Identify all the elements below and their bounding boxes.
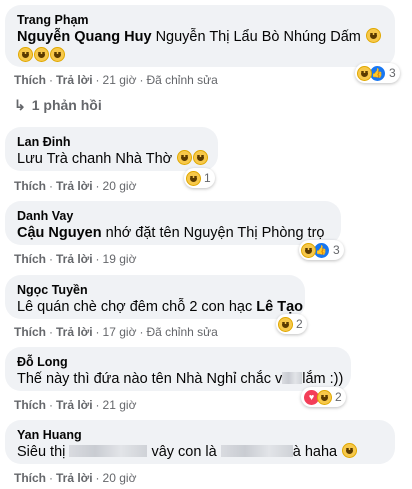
reaction-count: 2 (335, 390, 342, 404)
timestamp[interactable]: 17 giờ (103, 325, 137, 339)
laugh-emoji-icon (317, 389, 332, 405)
reply-button[interactable]: Trả lời (56, 398, 93, 412)
reply-arrow-icon: ↳ (14, 97, 26, 113)
comment-emoji-row (17, 47, 383, 66)
reply-button[interactable]: Trả lời (56, 471, 93, 485)
timestamp[interactable]: 20 giờ (103, 471, 137, 485)
comment-text: Lê quán chè chợ đêm chỗ 2 con hạc Lê Tạo (17, 299, 303, 315)
like-button[interactable]: Thích (14, 398, 46, 412)
laugh-emoji-icon (357, 65, 372, 81)
view-replies-link[interactable]: ↳ 1 phản hồi (14, 97, 102, 114)
like-button[interactable]: Thích (14, 471, 46, 485)
comment-actions: Thích · Trả lời · 21 giờ · Đã chỉnh sửa (14, 73, 218, 87)
reply-button[interactable]: Trả lời (56, 179, 93, 193)
comment-text: Thế này thì đứa nào tên Nhà Nghỉ chắc vl… (17, 371, 344, 387)
blurred-text (69, 445, 148, 457)
comment-author[interactable]: Đỗ Long (17, 354, 339, 370)
comment-text: Cậu Nguyen nhớ đặt tên Nguyện Thị Phòng … (17, 225, 325, 241)
timestamp[interactable]: 19 giờ (103, 252, 137, 266)
reaction-summary[interactable]: 1 (184, 168, 215, 188)
reaction-count: 3 (389, 66, 396, 80)
like-button[interactable]: Thích (14, 325, 46, 339)
timestamp[interactable]: 20 giờ (103, 179, 137, 193)
comment-bubble: Danh Vay Cậu Nguyen nhớ đặt tên Nguyện T… (5, 201, 341, 245)
reaction-summary[interactable]: 👍 3 (299, 240, 344, 260)
laugh-emoji-icon (193, 150, 209, 165)
reaction-summary[interactable]: ♥ 2 (301, 387, 346, 407)
comment-author[interactable]: Lan Đinh (17, 134, 206, 150)
edited-label: Đã chỉnh sửa (146, 73, 218, 87)
laugh-emoji-icon (365, 28, 381, 43)
tagged-user[interactable]: Nguyễn Quang Huy (17, 29, 152, 45)
laugh-emoji-icon (18, 47, 33, 62)
laugh-emoji-icon (186, 170, 201, 186)
laugh-emoji-icon (34, 47, 49, 62)
comment-text: Nguyễn Quang Huy Nguyễn Thị Lẩu Bò Nhúng… (17, 28, 383, 47)
comment-author[interactable]: Ngọc Tuyền (17, 282, 293, 298)
like-button[interactable]: Thích (14, 73, 46, 87)
comment-bubble: Đỗ Long Thế này thì đứa nào tên Nhà Nghỉ… (5, 347, 351, 391)
reply-button[interactable]: Trả lời (56, 73, 93, 87)
reply-button[interactable]: Trả lời (56, 252, 93, 266)
blurred-text (282, 372, 303, 384)
tagged-user[interactable]: Cậu Nguyen (17, 225, 102, 241)
reply-button[interactable]: Trả lời (56, 325, 93, 339)
comment-author[interactable]: Trang Phạm (17, 12, 383, 28)
reaction-summary[interactable]: 👍 3 (355, 63, 400, 83)
comment-actions: Thích · Trả lời · 20 giờ (14, 179, 137, 193)
comment-author[interactable]: Danh Vay (17, 208, 329, 224)
edited-label: Đã chỉnh sửa (146, 325, 218, 339)
blurred-text (220, 445, 293, 457)
comment-bubble: Ngọc Tuyền Lê quán chè chợ đêm chỗ 2 con… (5, 275, 305, 319)
comment-actions: Thích · Trả lời · 19 giờ (14, 252, 137, 266)
timestamp[interactable]: 21 giờ (103, 398, 137, 412)
comment-bubble: Lan Đinh Lưu Trà chanh Nhà Thờ (5, 127, 218, 171)
comment-bubble: Yan Huang Siêu thị vây con là à haha (5, 420, 395, 464)
comment-actions: Thích · Trả lời · 20 giờ (14, 471, 137, 485)
laugh-emoji-icon (301, 242, 316, 258)
comment-author[interactable]: Yan Huang (17, 427, 383, 443)
comment-actions: Thích · Trả lời · 21 giờ (14, 398, 137, 412)
comment-actions: Thích · Trả lời · 17 giờ · Đã chỉnh sửa (14, 325, 218, 339)
comment-text: Lưu Trà chanh Nhà Thờ (17, 150, 209, 169)
reaction-count: 1 (204, 171, 211, 185)
reaction-count: 3 (333, 243, 340, 257)
laugh-emoji-icon (342, 443, 358, 458)
like-button[interactable]: Thích (14, 179, 46, 193)
comment-bubble: Trang Phạm Nguyễn Quang Huy Nguyễn Thị L… (5, 5, 395, 67)
like-button[interactable]: Thích (14, 252, 46, 266)
laugh-emoji-icon (278, 316, 293, 332)
tagged-user[interactable]: Lê Tạo (256, 299, 303, 315)
reaction-count: 2 (296, 317, 303, 331)
laugh-emoji-icon (50, 47, 65, 62)
reaction-summary[interactable]: 2 (276, 314, 307, 334)
timestamp[interactable]: 21 giờ (103, 73, 137, 87)
laugh-emoji-icon (177, 150, 193, 165)
comment-text: Siêu thị vây con là à haha (17, 443, 383, 462)
